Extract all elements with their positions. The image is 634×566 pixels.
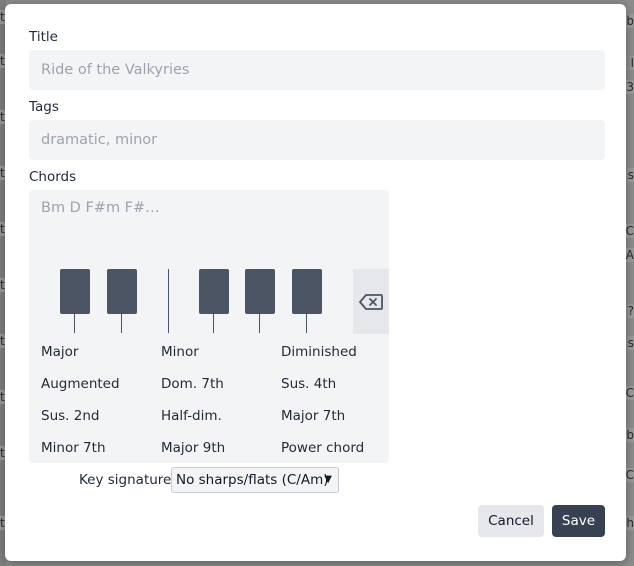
title-field[interactable]: Ride of the Valkyries <box>29 50 605 90</box>
background-text: C <box>625 386 634 400</box>
root-key-g-sharp[interactable] <box>245 269 275 333</box>
chord-type-sus-4th[interactable]: Sus. 4th <box>281 376 336 392</box>
background-text: t <box>0 222 5 236</box>
background-text: b <box>626 14 634 28</box>
background-text: t <box>0 166 5 180</box>
background-text: 3 <box>626 80 634 94</box>
root-key-c-sharp[interactable] <box>60 269 90 333</box>
keyboard-divider <box>168 269 169 333</box>
background-text: C <box>625 468 634 482</box>
chord-type-major-7th[interactable]: Major 7th <box>281 408 345 424</box>
key-signature-value: No sharps/flats (C/Am) <box>176 472 329 488</box>
background-text: A <box>625 248 634 262</box>
chords-input[interactable]: Bm D F#m F#… <box>41 200 160 216</box>
root-key-f-sharp[interactable] <box>199 269 229 333</box>
edit-song-dialog: Title Ride of the Valkyries Tags dramati… <box>5 4 626 561</box>
background-text: h <box>626 516 634 530</box>
chord-type-major[interactable]: Major <box>41 344 78 360</box>
chord-type-diminished[interactable]: Diminished <box>281 344 357 360</box>
chord-type-augmented[interactable]: Augmented <box>41 376 120 392</box>
background-text: C <box>625 224 634 238</box>
background-text: s <box>627 336 634 350</box>
background-text: I <box>630 56 634 70</box>
chord-type-minor-7th[interactable]: Minor 7th <box>41 440 106 456</box>
backspace-icon <box>359 293 383 310</box>
background-text: t <box>0 54 5 68</box>
background-text: t <box>0 278 5 292</box>
root-key-d-sharp[interactable] <box>107 269 137 333</box>
chevron-down-icon: ▼ <box>324 474 332 485</box>
background-text: ? <box>627 304 634 318</box>
background-text: t <box>0 446 5 460</box>
cancel-button[interactable]: Cancel <box>478 505 544 537</box>
chord-type-power-chord[interactable]: Power chord <box>281 440 364 456</box>
backspace-button[interactable] <box>353 269 389 334</box>
background-text: t <box>0 110 5 124</box>
chord-type-minor[interactable]: Minor <box>161 344 199 360</box>
key-signature-label: Key signature <box>79 472 172 488</box>
chord-type-dom-7th[interactable]: Dom. 7th <box>161 376 224 392</box>
root-key-a-sharp[interactable] <box>292 269 322 333</box>
chord-type-major-9th[interactable]: Major 9th <box>161 440 225 456</box>
key-signature-select[interactable]: No sharps/flats (C/Am) ▼ <box>171 467 339 493</box>
chord-keyboard <box>29 269 353 335</box>
tags-field[interactable]: dramatic, minor <box>29 120 605 160</box>
title-label: Title <box>29 29 58 45</box>
background-text: t <box>0 516 5 530</box>
chords-label: Chords <box>29 169 77 185</box>
background-text: b <box>626 428 634 442</box>
save-button[interactable]: Save <box>552 505 605 537</box>
chord-type-sus-2nd[interactable]: Sus. 2nd <box>41 408 99 424</box>
background-text: t <box>0 334 5 348</box>
background-text: t <box>0 10 5 24</box>
chords-editor[interactable]: Bm D F#m F#… Major Minor Diminished Augm… <box>29 190 389 463</box>
background-text: s <box>627 168 634 182</box>
background-text: t <box>0 390 5 404</box>
chord-type-half-dim[interactable]: Half-dim. <box>161 408 222 424</box>
tags-label: Tags <box>29 99 59 115</box>
